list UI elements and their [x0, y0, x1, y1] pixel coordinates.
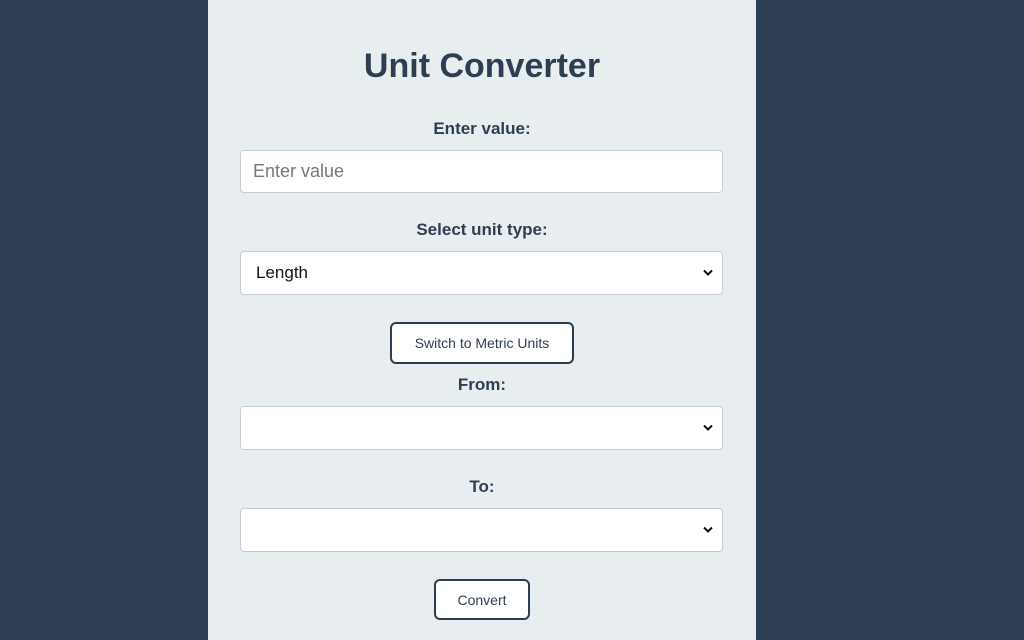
- value-input[interactable]: [240, 150, 723, 193]
- chevron-down-icon: [703, 525, 713, 535]
- unit-type-label: Select unit type:: [416, 220, 548, 239]
- chevron-down-icon: [703, 423, 713, 433]
- unit-type-value: Length: [256, 263, 308, 282]
- from-label: From:: [457, 375, 507, 394]
- value-label: Enter value:: [433, 119, 531, 138]
- to-label: To:: [469, 477, 495, 496]
- from-unit-select[interactable]: [240, 406, 723, 450]
- converter-card: Unit Converter Enter value: Select unit …: [208, 0, 756, 640]
- to-unit-select[interactable]: [240, 508, 723, 552]
- switch-units-button[interactable]: Switch to Metric Units: [390, 322, 574, 364]
- convert-button[interactable]: Convert: [434, 579, 530, 620]
- chevron-down-icon: [703, 268, 713, 278]
- unit-type-select[interactable]: Length: [240, 251, 723, 295]
- page-title: Unit Converter: [363, 47, 601, 85]
